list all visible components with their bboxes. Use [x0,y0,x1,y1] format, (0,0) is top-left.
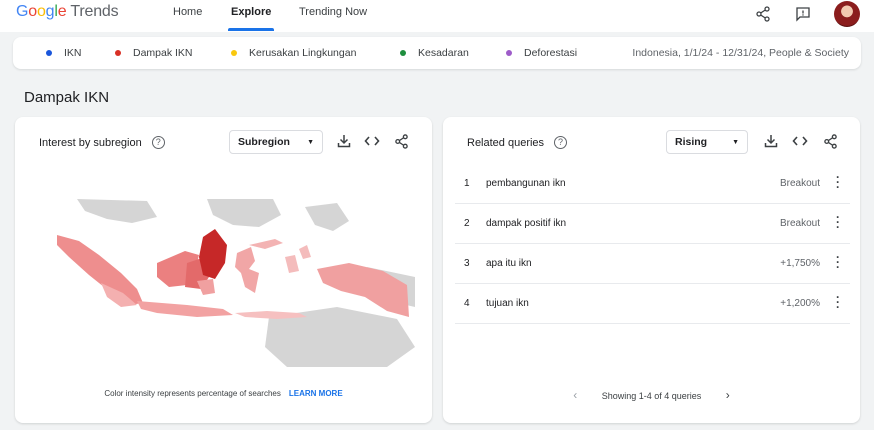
page-title: Dampak IKN [24,89,110,106]
top-bar: Google Trends Home Explore Trending Now [0,0,874,32]
region-java [137,301,233,317]
card-title-text: Interest by subregion [39,136,142,149]
google-trends-logo[interactable]: Google Trends [16,3,119,21]
related-queries-card: Related queries ? Rising ▼ 1 pembangunan… [443,117,860,423]
query-text[interactable]: apa itu ikn [486,258,532,269]
neighbor-land [77,199,157,223]
query-value: +1,750% [780,258,820,269]
rising-dropdown[interactable]: Rising ▼ [666,130,748,154]
term-label: Kesadaran [418,47,469,59]
query-row[interactable]: 3 apa itu ikn +1,750% · · · [455,244,850,284]
pagination-label: Showing 1-4 of 4 queries [601,391,702,401]
caret-down-icon: ▼ [307,138,314,146]
help-icon[interactable]: ? [151,136,165,149]
region-kalimantan-east [199,229,227,279]
compared-terms-bar: IKN Dampak IKN Kerusakan Lingkungan Kesa… [13,37,861,69]
card-title: Interest by subregion ? [39,136,165,149]
query-value: Breakout [779,218,820,229]
query-row[interactable]: 4 tujuan ikn +1,200% · · · [455,284,850,324]
logo-google: Google [16,3,67,20]
query-rank: 3 [464,258,470,269]
query-text[interactable]: tujuan ikn [486,298,529,309]
dropdown-value: Rising [675,136,708,148]
term-color-dot [115,50,121,56]
caret-down-icon: ▼ [732,138,739,146]
region-maluku [285,255,299,273]
term-kerusakan-lingkungan[interactable]: Kerusakan Lingkungan [231,47,356,59]
term-label: Kerusakan Lingkungan [249,47,357,59]
term-dampak-ikn[interactable]: Dampak IKN [115,47,193,59]
query-rank: 4 [464,298,470,309]
nav-trending-now[interactable]: Trending Now [299,6,367,18]
help-icon[interactable]: ? [554,136,568,149]
region-sumatra [57,235,143,305]
interest-by-subregion-card: Interest by subregion ? Subregion ▼ Colo… [15,117,432,423]
indonesia-subregion-map[interactable] [37,197,415,367]
term-color-dot [400,50,406,56]
feedback-icon[interactable] [792,3,814,25]
region-sulawesi [235,247,259,293]
share-icon[interactable] [752,3,774,25]
query-row[interactable]: 2 dampak positif ikn Breakout · · · [455,204,850,244]
query-text[interactable]: dampak positif ikn [486,218,566,229]
neighbor-land [305,203,349,231]
embed-icon[interactable] [363,132,381,150]
term-color-dot [46,50,52,56]
query-row[interactable]: 1 pembangunan ikn Breakout · · · [455,164,850,204]
card-title: Related queries ? [467,136,568,149]
card-title-text: Related queries [467,136,545,149]
region-kalimantan-south [197,279,215,295]
download-icon[interactable] [762,132,780,150]
active-tab-indicator [228,28,274,31]
more-vert-icon[interactable]: · · · [836,211,840,233]
embed-icon[interactable] [791,132,809,150]
map-note-text: Color intensity represents percentage of… [104,389,281,398]
avatar[interactable] [834,1,860,27]
nav-home[interactable]: Home [173,6,202,18]
query-value: +1,200% [780,298,820,309]
logo-trends: Trends [70,3,119,20]
term-label: IKN [64,47,82,59]
nav-explore[interactable]: Explore [231,6,271,18]
term-kesadaran[interactable]: Kesadaran [400,47,469,59]
share-icon[interactable] [392,132,410,150]
more-vert-icon[interactable]: · · · [836,291,840,313]
learn-more-link[interactable]: LEARN MORE [289,389,343,398]
term-label: Deforestasi [524,47,578,59]
term-ikn[interactable]: IKN [46,47,82,59]
query-text[interactable]: pembangunan ikn [486,178,566,189]
pagination: ‹ Showing 1-4 of 4 queries › [443,388,860,402]
more-vert-icon[interactable]: · · · [836,171,840,193]
region-maluku-north [299,245,311,259]
map-footnote: Color intensity represents percentage of… [15,389,432,398]
region-sulawesi-north [249,239,283,249]
share-icon[interactable] [821,132,839,150]
query-rank: 1 [464,178,470,189]
subregion-dropdown[interactable]: Subregion ▼ [229,130,323,154]
term-deforestasi[interactable]: Deforestasi [506,47,577,59]
more-vert-icon[interactable]: · · · [836,251,840,273]
neighbor-land [207,199,281,227]
filters-summary[interactable]: Indonesia, 1/1/24 - 12/31/24, People & S… [632,47,849,59]
download-icon[interactable] [335,132,353,150]
dropdown-value: Subregion [238,136,290,148]
term-label: Dampak IKN [133,47,193,59]
previous-page-icon[interactable]: ‹ [565,388,585,402]
query-rank: 2 [464,218,470,229]
query-value: Breakout [779,178,820,189]
next-page-icon[interactable]: › [718,388,738,402]
term-color-dot [231,50,237,56]
term-color-dot [506,50,512,56]
